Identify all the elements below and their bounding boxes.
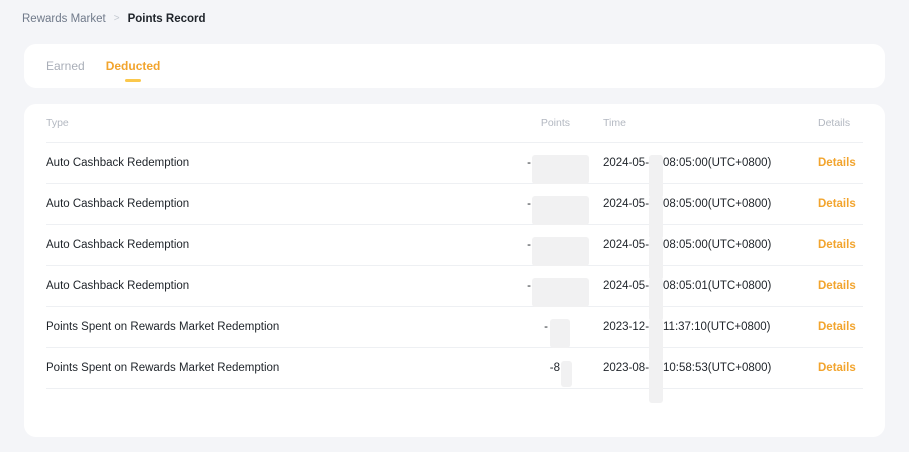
date-day-redaction-patch [649, 237, 663, 280]
row-time: 2024-05- 08:05:00(UTC+0800) [570, 225, 818, 266]
breadcrumb-separator-icon: > [114, 13, 120, 24]
tab-earned[interactable]: Earned [46, 44, 85, 88]
row-type: Auto Cashback Redemption [46, 266, 426, 307]
details-link[interactable]: Details [818, 198, 856, 210]
details-link[interactable]: Details [818, 280, 856, 292]
points-redaction-patch [550, 319, 570, 348]
date-day-redaction-patch [649, 155, 663, 198]
row-type: Points Spent on Rewards Market Redemptio… [46, 348, 426, 389]
row-time: 2024-05- 08:05:00(UTC+0800) [570, 143, 818, 184]
row-points: - [426, 266, 570, 307]
row-time: 2024-05- 08:05:01(UTC+0800) [570, 266, 818, 307]
table-body: Auto Cashback Redemption - 2024-05- 08:0… [46, 143, 863, 389]
table-row: Auto Cashback Redemption - 2024-05- 08:0… [46, 184, 863, 225]
row-time: 2024-05- 08:05:00(UTC+0800) [570, 184, 818, 225]
date-day-redaction-patch [649, 319, 663, 362]
row-points: - [426, 225, 570, 266]
details-link[interactable]: Details [818, 321, 856, 333]
column-header-points: Points [426, 104, 570, 143]
points-value: - [544, 321, 548, 333]
points-record-table: Type Points Time Details Auto Cashback R… [24, 104, 885, 437]
points-value: - [527, 280, 531, 292]
time-value: 08:05:00(UTC+0800) [663, 225, 771, 266]
date-prefix: 2024-05- [603, 225, 649, 266]
tabs-card: Earned Deducted [24, 44, 885, 88]
points-redaction-patch [532, 155, 589, 184]
time-value: 08:05:01(UTC+0800) [663, 266, 771, 307]
details-link[interactable]: Details [818, 157, 856, 169]
tab-active-underline [125, 79, 141, 82]
table-row: Auto Cashback Redemption - 2024-05- 08:0… [46, 225, 863, 266]
date-prefix: 2023-12- [603, 307, 649, 348]
table-row: Auto Cashback Redemption - 2024-05- 08:0… [46, 143, 863, 184]
details-link[interactable]: Details [818, 239, 856, 251]
date-day-redaction-patch [649, 360, 663, 403]
row-points: - [426, 307, 570, 348]
time-value: 08:05:00(UTC+0800) [663, 184, 771, 225]
table-row: Auto Cashback Redemption - 2024-05- 08:0… [46, 266, 863, 307]
points-value: - [527, 157, 531, 169]
row-type: Auto Cashback Redemption [46, 143, 426, 184]
row-type: Auto Cashback Redemption [46, 225, 426, 266]
row-type: Points Spent on Rewards Market Redemptio… [46, 307, 426, 348]
details-link[interactable]: Details [818, 362, 856, 374]
time-value: 10:58:53(UTC+0800) [663, 348, 771, 389]
breadcrumb-item-rewards-market[interactable]: Rewards Market [22, 13, 106, 25]
tab-deducted-label: Deducted [106, 59, 161, 73]
row-time: 2023-12- 11:37:10(UTC+0800) [570, 307, 818, 348]
column-header-time: Time [570, 104, 818, 143]
points-redaction-patch [532, 237, 589, 266]
tab-earned-label: Earned [46, 59, 85, 73]
row-points: - [426, 143, 570, 184]
row-type: Auto Cashback Redemption [46, 184, 426, 225]
points-redaction-patch [532, 196, 589, 225]
points-redaction-patch [561, 361, 572, 387]
date-prefix: 2024-05- [603, 266, 649, 307]
time-value: 08:05:00(UTC+0800) [663, 143, 771, 184]
table-row: Points Spent on Rewards Market Redemptio… [46, 348, 863, 389]
points-value: - [527, 198, 531, 210]
table-header: Type Points Time Details [46, 104, 863, 143]
points-redaction-patch [532, 278, 589, 307]
column-header-type: Type [46, 104, 426, 143]
points-value: - [527, 239, 531, 251]
row-time: 2023-08- 10:58:53(UTC+0800) [570, 348, 818, 389]
date-prefix: 2024-05- [603, 143, 649, 184]
date-day-redaction-patch [649, 278, 663, 321]
column-header-details: Details [818, 104, 863, 143]
tab-deducted[interactable]: Deducted [106, 44, 161, 88]
row-points: -8 [426, 348, 570, 389]
table-row: Points Spent on Rewards Market Redemptio… [46, 307, 863, 348]
time-value: 11:37:10(UTC+0800) [663, 307, 771, 348]
breadcrumb-current-points-record: Points Record [128, 13, 206, 25]
breadcrumb: Rewards Market > Points Record [22, 13, 206, 25]
points-value: -8 [550, 362, 560, 374]
date-day-redaction-patch [649, 196, 663, 239]
date-prefix: 2024-05- [603, 184, 649, 225]
date-prefix: 2023-08- [603, 348, 649, 389]
row-points: - [426, 184, 570, 225]
